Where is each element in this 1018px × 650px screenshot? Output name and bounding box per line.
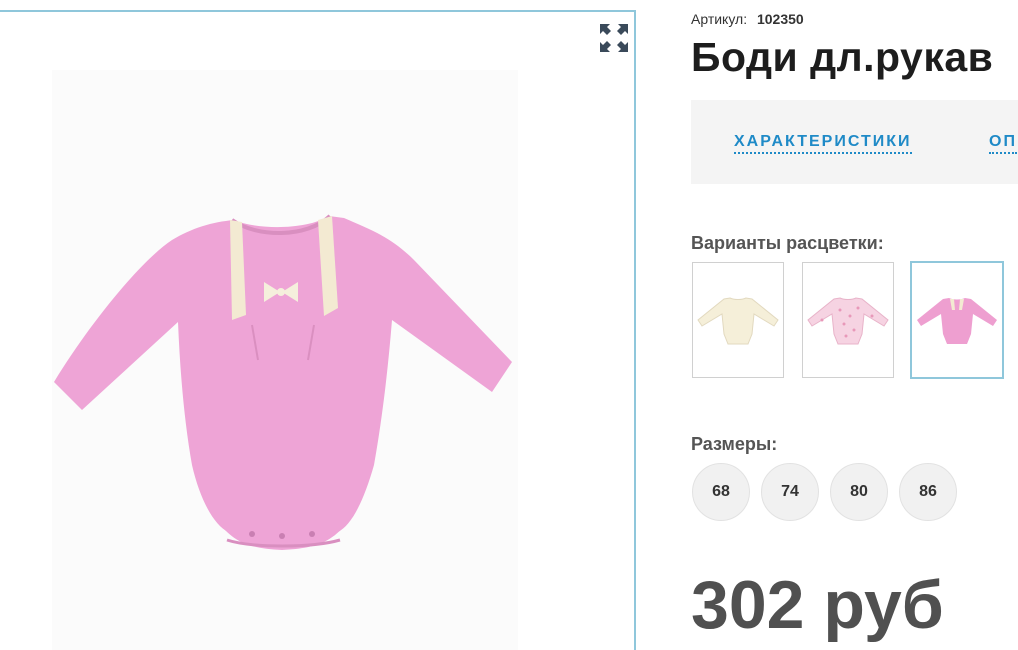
product-price: 302 руб [691, 567, 944, 643]
size-option-86[interactable]: 86 [899, 463, 957, 521]
size-option-80[interactable]: 80 [830, 463, 888, 521]
bodysuit-pink-icon [917, 298, 997, 344]
tab-description[interactable]: ОП [989, 133, 1017, 154]
bodysuit-photo-icon [54, 214, 512, 550]
bodysuit-cream-icon [697, 297, 779, 345]
product-tabs: ХАРАКТЕРИСТИКИ ОП [691, 100, 1018, 184]
sizes-label: Размеры: [691, 434, 778, 454]
size-option-74[interactable]: 74 [761, 463, 819, 521]
product-main-photo[interactable] [52, 70, 518, 650]
expand-icon[interactable] [598, 22, 630, 54]
sku-label: Артикул: [691, 11, 748, 27]
color-variants-label: Варианты расцветки: [691, 233, 884, 253]
product-gallery [0, 10, 636, 650]
product-title: Боди дл.рукав [691, 34, 994, 80]
sku-value: 102350 [756, 11, 804, 27]
bodysuit-pink-print-icon [807, 297, 889, 345]
color-swatch-pink-print[interactable] [802, 262, 894, 378]
size-option-68[interactable]: 68 [692, 463, 750, 521]
tab-characteristics[interactable]: ХАРАКТЕРИСТИКИ [734, 133, 912, 154]
color-swatch-pink[interactable] [910, 261, 1004, 379]
color-swatch-cream[interactable] [692, 262, 784, 378]
sku-line: Артикул: 102350 [691, 11, 804, 27]
